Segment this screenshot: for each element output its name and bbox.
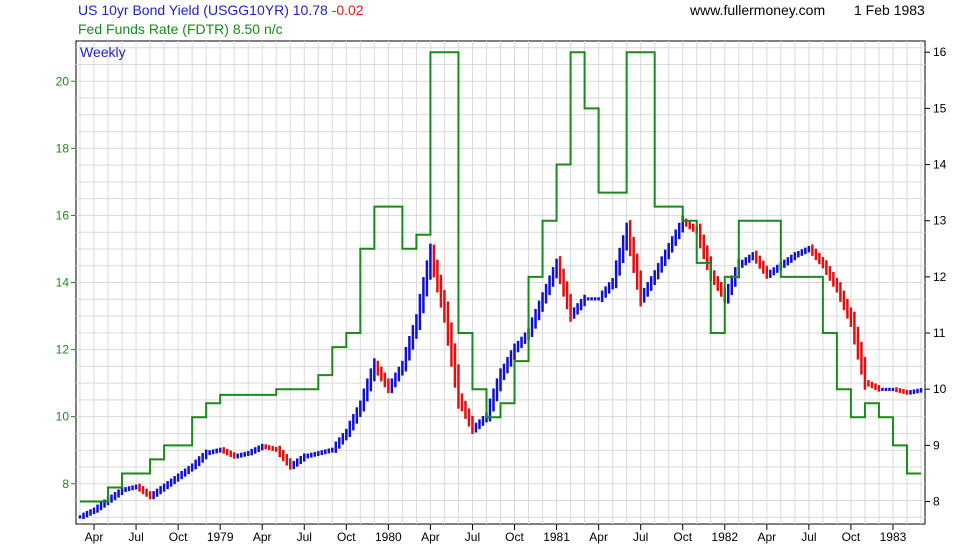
y-right-tick-label: 11 xyxy=(933,326,946,340)
y-right-tick-label: 13 xyxy=(933,214,947,228)
x-tick-label: Jul xyxy=(128,530,143,544)
y-right-tick-label: 15 xyxy=(933,101,947,115)
x-tick-label: 1979 xyxy=(207,530,234,544)
x-tick-label: Oct xyxy=(842,530,861,544)
y-left-tick-label: 8 xyxy=(62,477,69,491)
y-right-tick-label: 9 xyxy=(933,438,940,452)
x-tick-label: Jul xyxy=(297,530,312,544)
x-tick-label: Jul xyxy=(465,530,480,544)
x-tick-label: Apr xyxy=(757,530,776,544)
x-tick-label: Apr xyxy=(253,530,272,544)
frequency-label: Weekly xyxy=(80,44,126,60)
x-tick-label: 1982 xyxy=(711,530,738,544)
x-tick-label: Apr xyxy=(85,530,104,544)
y-right-tick-label: 8 xyxy=(933,495,940,509)
y-right-tick-label: 12 xyxy=(933,270,947,284)
x-tick-label: Oct xyxy=(505,530,524,544)
y-right-tick-label: 16 xyxy=(933,45,947,59)
y-left-tick-label: 20 xyxy=(56,74,70,88)
y-left-tick-label: 10 xyxy=(56,410,70,424)
x-tick-label: Jul xyxy=(801,530,816,544)
x-tick-label: 1981 xyxy=(543,530,570,544)
y-left-tick-label: 12 xyxy=(56,343,70,357)
y-left-tick-label: 18 xyxy=(56,141,70,155)
x-tick-label: Jul xyxy=(633,530,648,544)
x-tick-label: 1983 xyxy=(880,530,907,544)
x-tick-label: Apr xyxy=(421,530,440,544)
y-right-tick-label: 10 xyxy=(933,382,947,396)
x-tick-label: Oct xyxy=(673,530,692,544)
price-chart: Apr Jul Oct 1979 Apr Jul Oct 1980 Apr Jul Oct 1981 A… xyxy=(56,40,947,544)
x-tick-label: Apr xyxy=(589,530,608,544)
x-tick-label: 1980 xyxy=(375,530,402,544)
y-left-tick-label: 14 xyxy=(56,276,70,290)
x-tick-label: Oct xyxy=(337,530,356,544)
x-tick-label: Oct xyxy=(169,530,188,544)
y-right-tick-label: 14 xyxy=(933,158,947,172)
y-left-tick-label: 16 xyxy=(56,208,70,222)
